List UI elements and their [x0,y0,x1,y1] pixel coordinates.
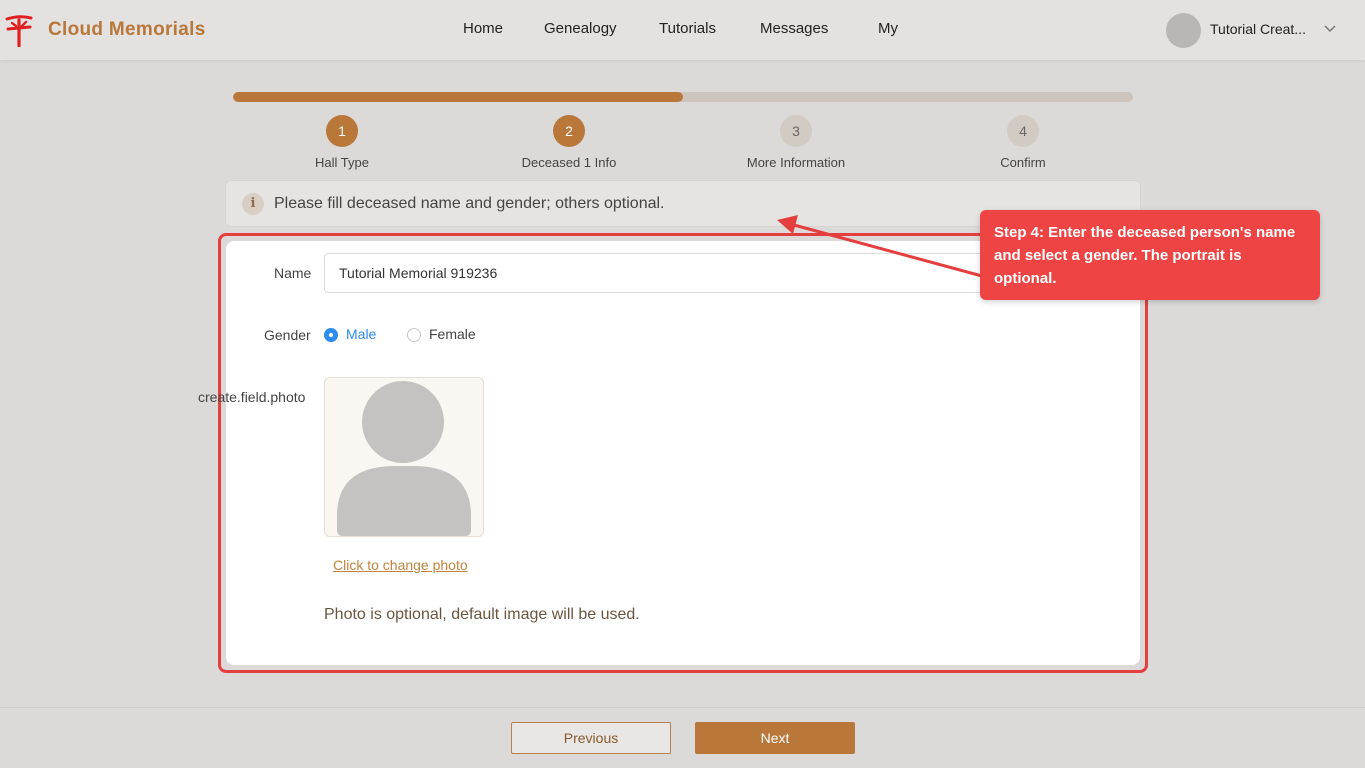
step-more-information[interactable]: 3 More Information [716,115,876,170]
step-confirm[interactable]: 4 Confirm [943,115,1103,170]
chevron-down-icon[interactable] [1323,24,1337,34]
info-icon: i [242,193,264,215]
nav-item-genealogy[interactable]: Genealogy [544,20,617,37]
avatar[interactable] [1166,13,1201,48]
radio-checked-icon [324,328,338,342]
top-header: Cloud Memorials Home Genealogy Tutorials… [0,0,1365,60]
brand-name[interactable]: Cloud Memorials [48,19,206,41]
step-label: Deceased 1 Info [521,155,617,170]
step-label: More Information [746,155,846,170]
step-number: 1 [326,115,358,147]
next-button[interactable]: Next [695,722,855,754]
info-text: Please fill deceased name and gender; ot… [274,195,665,212]
gender-label: Gender [264,327,311,343]
photo-hint: Photo is optional, default image will be… [324,606,640,623]
radio-label-male: Male [346,326,377,342]
step-number: 2 [553,115,585,147]
footer-divider [0,707,1365,708]
tutorial-callout: Step 4: Enter the deceased person's name… [980,210,1320,300]
step-label: Hall Type [315,155,369,170]
name-input[interactable] [324,253,1024,293]
step-number: 4 [1007,115,1039,147]
nav-item-tutorials[interactable]: Tutorials [659,20,716,37]
radio-unchecked-icon [407,328,421,342]
memorial-logo-icon[interactable] [4,13,34,47]
step-hall-type[interactable]: 1 Hall Type [262,115,422,170]
step-label: Confirm [1000,155,1046,170]
progress-fill [233,92,683,102]
nav-item-home[interactable]: Home [463,20,503,37]
default-avatar-icon [337,381,471,536]
nav-item-my[interactable]: My [878,20,898,37]
step-deceased-info[interactable]: 2 Deceased 1 Info [489,115,649,170]
photo-label: create.field.photo [198,389,306,405]
radio-label-female: Female [429,326,476,342]
user-name[interactable]: Tutorial Creat... [1210,21,1310,37]
nav-item-messages[interactable]: Messages [760,20,828,37]
portrait-photo[interactable] [324,377,484,537]
change-photo-link[interactable]: Click to change photo [333,557,468,573]
progress-bar [233,92,1133,102]
previous-button[interactable]: Previous [511,722,671,754]
step-number: 3 [780,115,812,147]
name-label: Name [274,265,312,281]
